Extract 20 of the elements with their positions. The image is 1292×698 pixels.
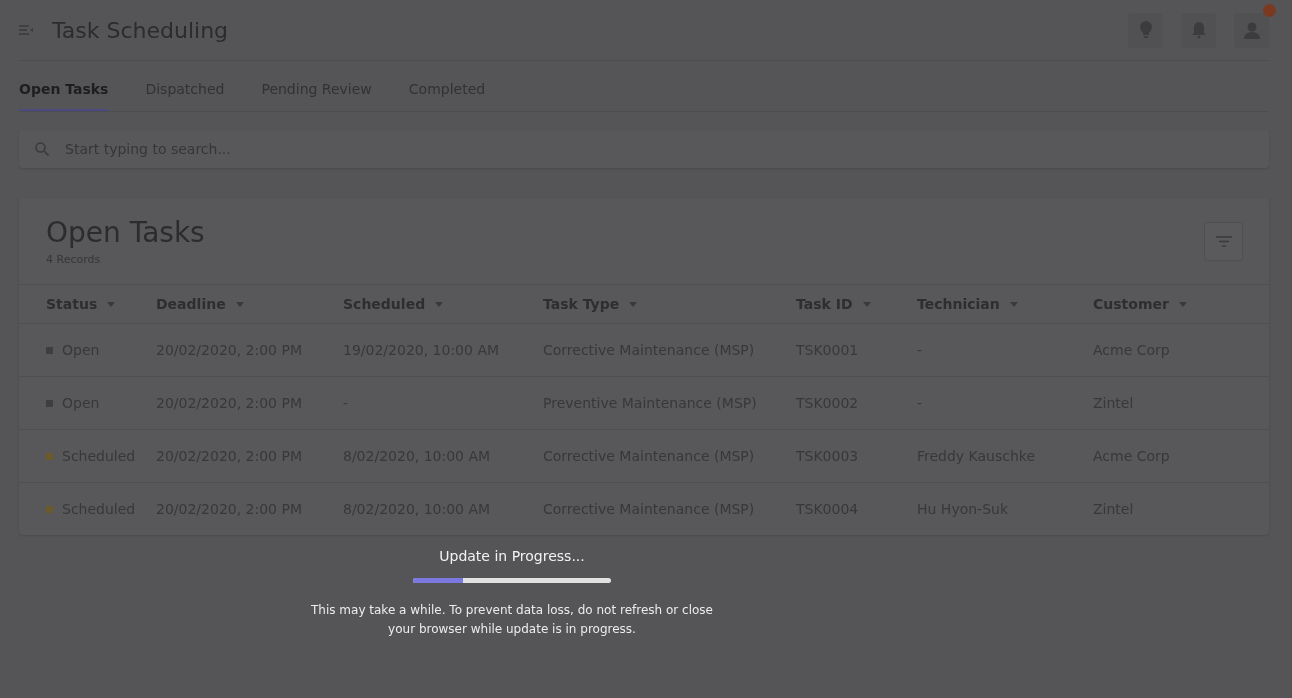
table-cell: - [917, 342, 923, 358]
progress-message: This may take a while. To prevent data loss, do not refresh or close your browser while update is in progress. [310, 602, 714, 638]
caret-icon [107, 301, 116, 307]
profile-button[interactable] [1234, 12, 1269, 48]
filter-button[interactable] [1204, 221, 1243, 261]
table-cell: - [917, 395, 923, 411]
caret-icon [1178, 301, 1187, 307]
caret-icon [1009, 301, 1018, 307]
table-cell: - [343, 395, 349, 411]
menu-icon[interactable] [19, 25, 33, 35]
caret-icon [862, 301, 871, 307]
caret-icon [629, 301, 638, 307]
notifications-button[interactable] [1181, 12, 1216, 48]
caret-icon [235, 301, 244, 307]
search-icon [35, 142, 49, 156]
caret-icon [435, 301, 444, 307]
lightbulb-button[interactable] [1128, 12, 1163, 48]
progress-title: Update in Progress... [439, 548, 585, 564]
tab[interactable]: Open Tasks [19, 81, 109, 111]
filter-icon [1215, 235, 1232, 247]
